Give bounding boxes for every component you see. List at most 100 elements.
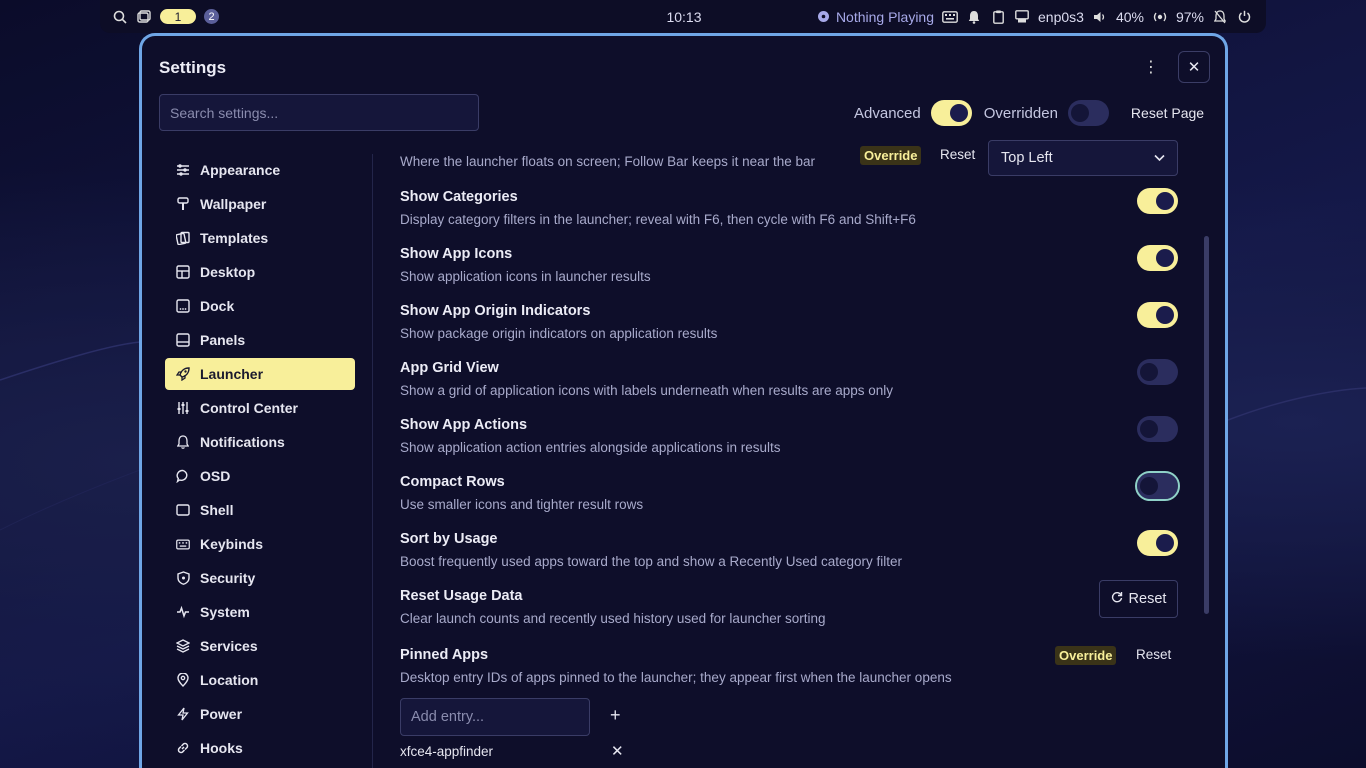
overview-icon[interactable] [136, 9, 152, 25]
brush-icon [176, 197, 190, 211]
sidebar-divider [372, 154, 373, 768]
sidebar-item-control-center[interactable]: Control Center [165, 392, 355, 424]
clipboard-icon[interactable] [990, 9, 1006, 25]
show-categories-toggle[interactable] [1137, 188, 1178, 214]
launcher-settings-panel: Where the launcher floats on screen; Fol… [400, 136, 1180, 768]
ethernet-icon[interactable] [1014, 9, 1030, 25]
workspace-1[interactable]: 1 [160, 9, 196, 24]
show-app-actions-row: Show App Actions Show application action … [400, 416, 1178, 455]
show-app-actions-toggle[interactable] [1137, 416, 1178, 442]
sidebar-item-location[interactable]: Location [165, 664, 355, 696]
sidebar-item-label: Hooks [200, 740, 243, 756]
app-grid-view-toggle[interactable] [1137, 359, 1178, 385]
more-menu-button[interactable]: ⋮ [1137, 53, 1165, 81]
media-widget[interactable]: Nothing Playing [816, 9, 934, 25]
sidebar-item-label: Templates [200, 230, 269, 246]
clock[interactable]: 10:13 [664, 9, 704, 25]
sidebar-item-label: System [200, 604, 250, 620]
row-title: Show App Origin Indicators [400, 303, 591, 319]
sidebar-item-security[interactable]: Security [165, 562, 355, 594]
pulse-icon [176, 605, 190, 619]
link-icon [176, 741, 190, 755]
brightness-label[interactable]: 97% [1176, 9, 1204, 25]
sidebar-item-label: Security [200, 570, 256, 586]
power-icon[interactable] [1236, 9, 1252, 25]
remove-entry-button[interactable]: ✕ [611, 742, 624, 760]
show-app-origin-indicators-toggle[interactable] [1137, 302, 1178, 328]
idle-inhibit-icon[interactable] [1212, 9, 1228, 25]
network-label[interactable]: enp0s3 [1038, 9, 1084, 25]
sidebar-item-appearance[interactable]: Appearance [165, 154, 355, 186]
advanced-toggle[interactable] [930, 100, 972, 126]
overridden-toggle[interactable] [1067, 100, 1109, 126]
reset-usage-row: Reset Usage Data Clear launch counts and… [400, 580, 1178, 626]
workspace-2[interactable]: 2 [204, 9, 219, 24]
sidebar-item-services[interactable]: Services [165, 630, 355, 662]
shell-icon [176, 503, 190, 517]
sidebar-item-shell[interactable]: Shell [165, 494, 355, 526]
panels-icon [176, 333, 190, 347]
launcher-position-row: Where the launcher floats on screen; Fol… [400, 140, 1178, 176]
content-scrollbar[interactable] [1204, 154, 1209, 768]
sidebar-item-osd[interactable]: OSD [165, 460, 355, 492]
rocket-icon [176, 367, 190, 381]
sidebar-item-system[interactable]: System [165, 596, 355, 628]
sort-by-usage-toggle[interactable] [1137, 530, 1178, 556]
layers-icon [176, 639, 190, 653]
row-description: Boost frequently used apps toward the to… [400, 554, 903, 569]
sidebar-item-notifications[interactable]: Notifications [165, 426, 355, 458]
sidebar-item-desktop[interactable]: Desktop [165, 256, 355, 288]
sidebar-item-label: Control Center [200, 400, 298, 416]
row-title: Show App Actions [400, 417, 528, 433]
bell-icon[interactable] [966, 9, 982, 25]
close-button[interactable]: ✕ [1178, 51, 1210, 83]
pin-icon [176, 673, 190, 687]
window-title: Settings [159, 58, 227, 77]
bell-icon [176, 435, 190, 449]
sidebar-item-templates[interactable]: Templates [165, 222, 355, 254]
top-bar: 1 2 10:13 Nothing Playing enp0s3 40% 97% [100, 0, 1266, 33]
dock-icon [176, 299, 190, 313]
sidebar-item-label: Keybinds [200, 536, 264, 552]
position-reset-button[interactable]: Reset [940, 147, 975, 162]
sidebar-item-dock[interactable]: Dock [165, 290, 355, 322]
close-icon: ✕ [1187, 59, 1201, 76]
sidebar-item-hooks[interactable]: Hooks [165, 732, 355, 764]
bolt-icon [176, 707, 190, 721]
sidebar-item-keybinds[interactable]: Keybinds [165, 528, 355, 560]
volume-icon[interactable] [1092, 9, 1108, 25]
position-select[interactable]: Top Left [988, 140, 1178, 176]
keyboard-icon[interactable] [942, 9, 958, 25]
add-entry-button[interactable]: + [610, 705, 621, 726]
row-title: App Grid View [400, 360, 499, 376]
pinned-reset-button[interactable]: Reset [1136, 647, 1171, 662]
row-description: Show package origin indicators on applic… [400, 326, 718, 341]
sidebar-item-wallpaper[interactable]: Wallpaper [165, 188, 355, 220]
add-entry-input[interactable] [400, 698, 590, 736]
kebab-menu-icon: ⋮ [1143, 59, 1159, 76]
search-input[interactable] [159, 94, 479, 131]
sidebar-item-label: Panels [200, 332, 246, 348]
sidebar-item-label: Shell [200, 502, 234, 518]
show-app-icons-toggle[interactable] [1137, 245, 1178, 271]
scrollbar-thumb[interactable] [1204, 236, 1209, 614]
brightness-icon[interactable] [1152, 9, 1168, 25]
settings-window: Settings ⋮ ✕ Advanced Overridden Reset P… [139, 33, 1228, 768]
row-description: Desktop entry IDs of apps pinned to the … [400, 670, 952, 685]
keyboard-icon [176, 537, 190, 551]
overridden-label: Overridden [983, 104, 1058, 122]
show-app-origin-indicators-row: Show App Origin Indicators Show package o… [400, 302, 1178, 341]
reset-page-button[interactable]: Reset Page [1131, 105, 1204, 121]
sidebar-item-launcher[interactable]: Launcher [165, 358, 355, 390]
compact-rows-toggle[interactable] [1135, 471, 1180, 501]
reset-usage-button[interactable]: Reset [1099, 580, 1178, 618]
sidebar-item-label: Power [200, 706, 243, 722]
refresh-icon [1111, 591, 1123, 607]
media-label: Nothing Playing [835, 8, 934, 25]
sidebar-item-power[interactable]: Power [165, 698, 355, 730]
sliders-icon [176, 163, 190, 177]
search-icon[interactable] [112, 9, 128, 25]
volume-label[interactable]: 40% [1116, 9, 1144, 25]
sidebar-item-label: OSD [200, 468, 231, 484]
sidebar-item-panels[interactable]: Panels [165, 324, 355, 356]
